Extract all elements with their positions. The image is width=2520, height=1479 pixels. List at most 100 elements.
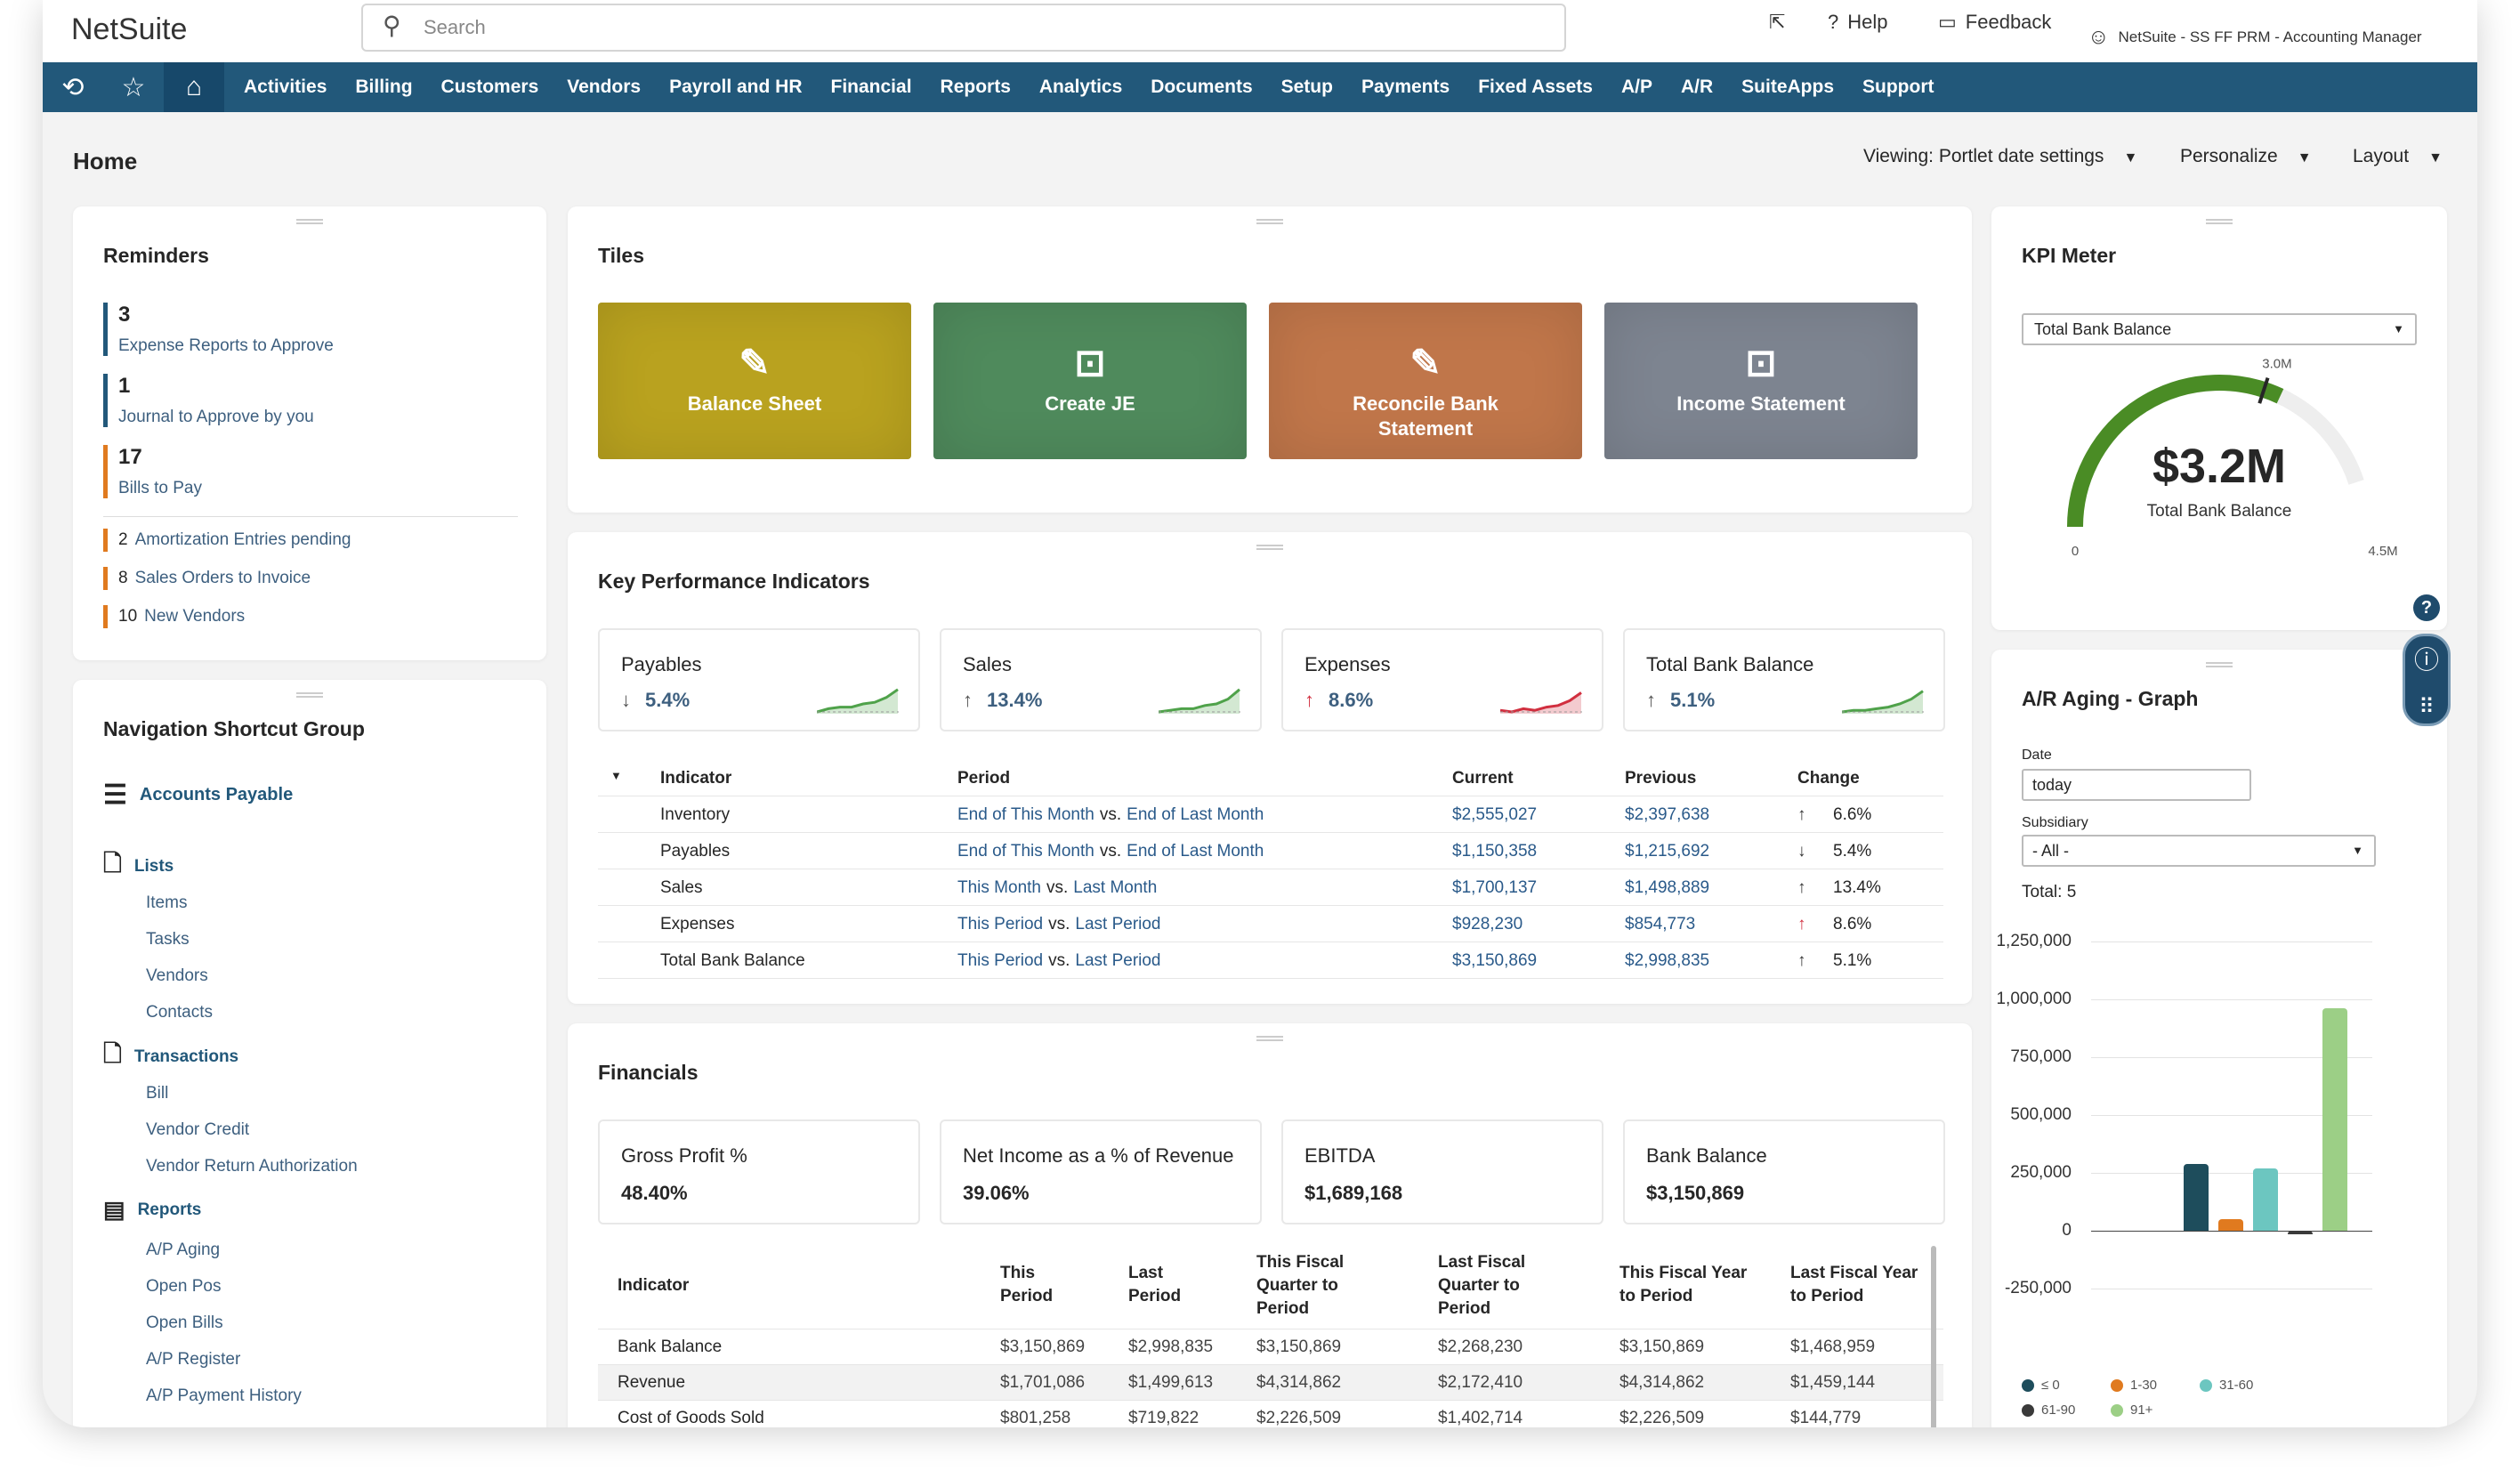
period-link[interactable]: Last Month xyxy=(1073,878,1157,897)
favorites-star-icon[interactable]: ☆ xyxy=(103,62,164,112)
layout-dropdown[interactable]: Layout ▼ xyxy=(2353,146,2443,167)
kpi-box-sales[interactable]: Sales ↑ 13.4% xyxy=(940,628,1262,731)
period-link[interactable]: Last Period xyxy=(1075,951,1160,970)
reminder-item[interactable]: 10 New Vendors xyxy=(103,605,245,628)
bar-31-60[interactable] xyxy=(2253,1168,2278,1231)
nav-item-activities[interactable]: Activities xyxy=(230,77,341,98)
drag-handle[interactable] xyxy=(2206,219,2233,224)
collapse-caret-icon[interactable]: ▼ xyxy=(610,769,622,782)
nav-item-suiteapps[interactable]: SuiteApps xyxy=(1727,77,1848,98)
feedback-link[interactable]: ▭ Feedback xyxy=(1938,11,2051,34)
column-header[interactable]: Change xyxy=(1797,769,1860,788)
nav-item-analytics[interactable]: Analytics xyxy=(1025,77,1136,98)
column-header[interactable]: Last Period xyxy=(1128,1262,1181,1308)
drag-handle[interactable] xyxy=(296,219,323,224)
kpi-box-expenses[interactable]: Expenses ↑ 8.6% xyxy=(1281,628,1603,731)
column-header[interactable]: This Fiscal Year to Period xyxy=(1619,1262,1747,1308)
reminder-item[interactable]: 3 Expense Reports to Approve xyxy=(103,303,334,356)
help-link[interactable]: ? Help xyxy=(1828,11,1888,34)
tile-balance-sheet[interactable]: ✎ Balance Sheet xyxy=(598,303,911,459)
recent-icon[interactable]: ⟲ xyxy=(43,62,103,112)
previous-value-link[interactable]: $2,998,835 xyxy=(1625,951,1709,971)
date-input[interactable]: today xyxy=(2022,769,2251,801)
shortcut-link-open-pos[interactable]: Open Pos xyxy=(146,1277,222,1297)
reminder-item[interactable]: 17 Bills to Pay xyxy=(103,445,202,498)
period-link[interactable]: This Period xyxy=(957,951,1043,970)
nav-item-billing[interactable]: Billing xyxy=(341,77,426,98)
reminder-item[interactable]: 2 Amortization Entries pending xyxy=(103,529,351,552)
nav-item-support[interactable]: Support xyxy=(1848,77,1948,98)
nav-item-reports[interactable]: Reports xyxy=(926,77,1025,98)
drag-handle[interactable] xyxy=(1256,219,1283,224)
bar-1-30[interactable] xyxy=(2218,1219,2243,1231)
netsuite-logo[interactable]: NetSuite xyxy=(71,12,187,47)
shortcut-link-vendors[interactable]: Vendors xyxy=(146,966,208,986)
help-circle-icon[interactable]: ? xyxy=(2413,594,2440,621)
column-header[interactable]: Period xyxy=(957,769,1010,788)
period-link[interactable]: This Period xyxy=(957,915,1043,933)
global-search[interactable]: ⚲ Search xyxy=(361,4,1566,52)
drag-handle[interactable] xyxy=(2206,662,2233,667)
financial-box-ebitda[interactable]: EBITDA $1,689,168 xyxy=(1281,1119,1603,1224)
nav-item-setup[interactable]: Setup xyxy=(1267,77,1347,98)
shortcut-link-vendor-return-authorization[interactable]: Vendor Return Authorization xyxy=(146,1157,358,1176)
nav-item-payroll-and-hr[interactable]: Payroll and HR xyxy=(655,77,816,98)
column-header[interactable]: Current xyxy=(1452,769,1514,788)
current-value-link[interactable]: $2,555,027 xyxy=(1452,805,1537,825)
nav-item-a-r[interactable]: A/R xyxy=(1667,77,1727,98)
kpi-box-total-bank-balance[interactable]: Total Bank Balance ↑ 5.1% xyxy=(1623,628,1945,731)
shortcut-link-contacts[interactable]: Contacts xyxy=(146,1003,213,1022)
kpi-box-payables[interactable]: Payables ↓ 5.4% xyxy=(598,628,920,731)
nav-item-documents[interactable]: Documents xyxy=(1136,77,1266,98)
shortcut-link-a-p-register[interactable]: A/P Register xyxy=(146,1350,240,1370)
drag-handle[interactable] xyxy=(1256,545,1283,550)
current-value-link[interactable]: $1,150,358 xyxy=(1452,842,1537,861)
period-link[interactable]: End of This Month xyxy=(957,805,1094,824)
shortcut-link-a-p-payment-history[interactable]: A/P Payment History xyxy=(146,1386,302,1406)
period-link[interactable]: End of This Month xyxy=(957,842,1094,861)
shortcut-group-accounts-payable[interactable]: ☰ Accounts Payable xyxy=(103,780,293,811)
current-value-link[interactable]: $1,700,137 xyxy=(1452,878,1537,898)
bar-≤ 0[interactable] xyxy=(2184,1163,2209,1231)
info-icon[interactable]: ⓘ xyxy=(2414,641,2439,676)
nav-item-a-p[interactable]: A/P xyxy=(1607,77,1667,98)
tile-income-statement[interactable]: ⊡ Income Statement xyxy=(1604,303,1918,459)
legend-item[interactable]: 91+ xyxy=(2111,1402,2152,1418)
current-value-link[interactable]: $3,150,869 xyxy=(1452,951,1537,971)
legend-item[interactable]: 31-60 xyxy=(2200,1378,2253,1393)
column-header[interactable]: This Period xyxy=(1000,1262,1053,1308)
account-menu[interactable]: ☺ NetSuite - SS FF PRM - Accounting Manag… xyxy=(2088,25,2422,50)
reminder-item[interactable]: 1 Journal to Approve by you xyxy=(103,374,314,427)
kpi-meter-select[interactable]: Total Bank Balance ▼ xyxy=(2022,313,2417,345)
reminder-item[interactable]: 8 Sales Orders to Invoice xyxy=(103,567,311,590)
bar-91+[interactable] xyxy=(2322,1008,2347,1231)
nav-item-payments[interactable]: Payments xyxy=(1347,77,1464,98)
apps-grid-icon[interactable]: ⠿ xyxy=(2419,694,2435,720)
bar-61-90[interactable] xyxy=(2288,1231,2313,1234)
financial-box-gross-profit-[interactable]: Gross Profit % 48.40% xyxy=(598,1119,920,1224)
drag-handle[interactable] xyxy=(296,692,323,698)
period-link[interactable]: This Month xyxy=(957,878,1041,897)
previous-value-link[interactable]: $1,498,889 xyxy=(1625,878,1709,898)
legend-item[interactable]: 61-90 xyxy=(2022,1402,2075,1418)
drag-handle[interactable] xyxy=(1256,1036,1283,1041)
nav-item-fixed-assets[interactable]: Fixed Assets xyxy=(1464,77,1607,98)
legend-item[interactable]: ≤ 0 xyxy=(2022,1378,2060,1393)
tile-reconcile-bank-statement[interactable]: ✎ Reconcile Bank Statement xyxy=(1269,303,1582,459)
shortcut-link-vendor-credit[interactable]: Vendor Credit xyxy=(146,1120,249,1140)
personalize-dropdown[interactable]: Personalize ▼ xyxy=(2180,146,2312,167)
column-header[interactable]: Previous xyxy=(1625,769,1696,788)
previous-value-link[interactable]: $1,215,692 xyxy=(1625,842,1709,861)
shortcut-link-bill[interactable]: Bill xyxy=(146,1084,168,1103)
column-header[interactable]: Indicator xyxy=(618,1274,689,1297)
column-header[interactable]: Indicator xyxy=(660,769,731,788)
nav-item-vendors[interactable]: Vendors xyxy=(553,77,655,98)
shortcut-link-open-bills[interactable]: Open Bills xyxy=(146,1313,223,1333)
period-link[interactable]: End of Last Month xyxy=(1127,842,1264,861)
viewing-dropdown[interactable]: Viewing: Portlet date settings ▼ xyxy=(1863,146,2137,167)
recent-records-icon[interactable]: ⇱ xyxy=(1769,11,1785,34)
column-header[interactable]: Last Fiscal Year to Period xyxy=(1790,1262,1918,1308)
previous-value-link[interactable]: $2,397,638 xyxy=(1625,805,1709,825)
home-icon[interactable]: ⌂ xyxy=(164,62,224,112)
shortcut-link-a-p-aging[interactable]: A/P Aging xyxy=(146,1241,220,1260)
